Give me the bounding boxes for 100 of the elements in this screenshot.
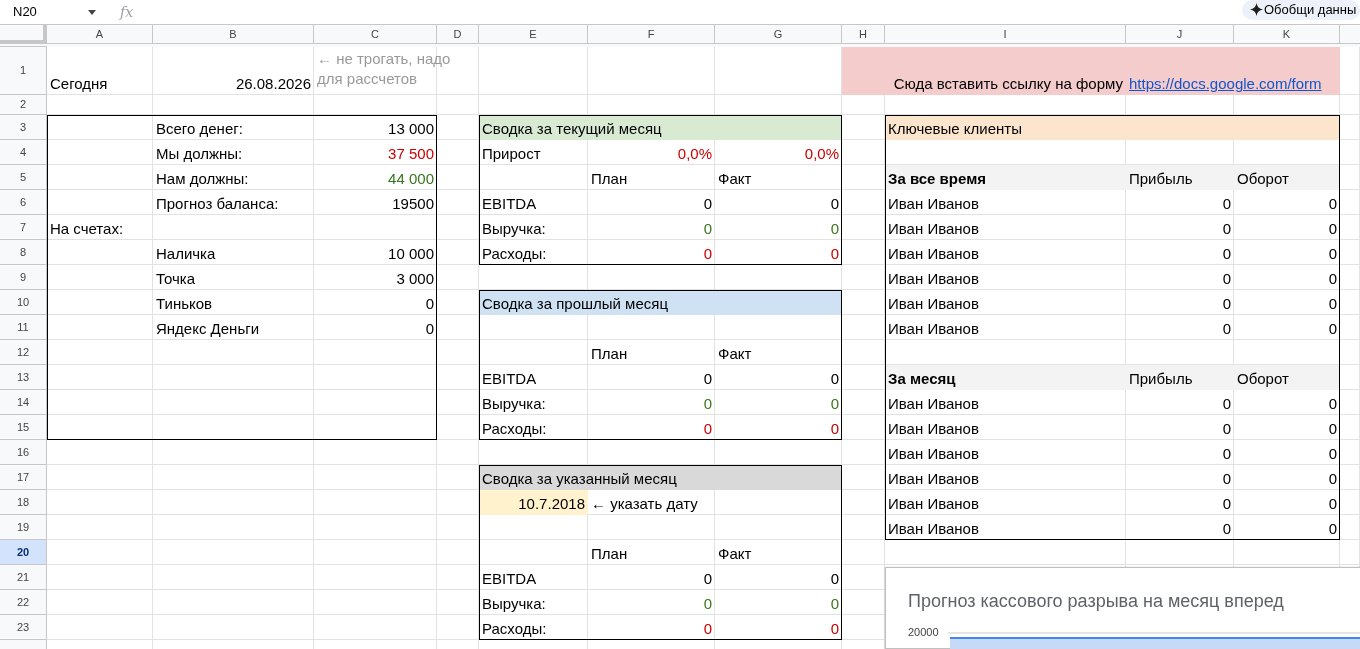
column-header[interactable]: A: [47, 25, 153, 45]
row-header[interactable]: [0, 640, 47, 649]
table-cell-text: Расходы:: [481, 419, 548, 439]
form-link[interactable]: https://docs.google.com/form: [1129, 74, 1322, 93]
summarize-button[interactable]: Обобщи данны: [1242, 0, 1360, 20]
table-cell-text: План: [590, 169, 629, 189]
table-cell-text: Факт: [717, 544, 753, 564]
table-cell-text: Иван Иванов: [887, 444, 980, 464]
row-header[interactable]: 19: [0, 515, 47, 540]
table-cell-text: Иван Иванов: [887, 494, 980, 514]
table-cell-text: 26.08.2026: [234, 74, 312, 94]
table-cell-text: 0: [1221, 219, 1232, 239]
name-box[interactable]: N20: [0, 1, 100, 23]
row-header[interactable]: 8: [0, 240, 47, 265]
table-cell: 10.7.2018: [479, 490, 588, 515]
chart-card[interactable]: Прогноз кассового разрыва на месяц вперед 20000: [885, 567, 1360, 649]
row-header[interactable]: 13: [0, 365, 47, 390]
chart-title: Прогноз кассового разрыва на месяц вперед: [908, 590, 1284, 613]
column-header[interactable]: D: [437, 25, 479, 45]
table-cell-text: 0: [1221, 244, 1232, 264]
table-cell-text: 0: [829, 594, 840, 614]
table-cell-text: Иван Иванов: [887, 469, 980, 489]
axis-label: 20000: [908, 625, 939, 640]
table-cell-text: Тиньков: [155, 294, 214, 314]
table-cell: Сюда вставить ссылку на форму: [842, 47, 1126, 95]
row-header[interactable]: 5: [0, 165, 47, 190]
row-header[interactable]: 20: [0, 540, 47, 565]
table-cell-text: Расходы:: [481, 244, 548, 264]
table-cell-text: Нам должны:: [155, 169, 250, 189]
table-cell-text: Иван Иванов: [887, 194, 980, 214]
table-cell-text: Прогноз баланса:: [155, 194, 280, 214]
row-header[interactable]: 7: [0, 215, 47, 240]
sparkle-icon: [1250, 3, 1263, 16]
table-cell-text: 0: [702, 219, 713, 239]
table-cell-text: Яндекс Деньги: [155, 319, 261, 339]
table-cell-text: 0: [1327, 294, 1338, 314]
table-cell-text: Иван Иванов: [887, 519, 980, 539]
table-cell-text: Иван Иванов: [887, 294, 980, 314]
table-cell-text: 0: [1327, 469, 1338, 489]
row-header[interactable]: 15: [0, 415, 47, 440]
table-cell-text: План: [590, 344, 629, 364]
table-cell-text: 0: [829, 394, 840, 414]
formula-label: fx: [120, 2, 134, 22]
row-header[interactable]: 9: [0, 265, 47, 290]
table-cell-text: 0: [1221, 319, 1232, 339]
table-cell-text: 0: [702, 194, 713, 214]
table-cell-text: Расходы:: [481, 619, 548, 639]
table-cell-text: 0: [829, 194, 840, 214]
column-header[interactable]: C: [314, 25, 437, 45]
row-header[interactable]: 16: [0, 440, 47, 465]
table-cell-text: 0: [829, 619, 840, 639]
table-cell: За все время: [885, 165, 1126, 190]
row-header[interactable]: 21: [0, 565, 47, 590]
table-cell: Оборот: [1234, 165, 1340, 190]
table-cell-text: 44 000: [387, 169, 435, 189]
table-cell-text: 3 000: [395, 269, 435, 289]
table-cell-text: 0: [1327, 269, 1338, 289]
table-cell-text: 0: [1327, 444, 1338, 464]
row-header[interactable]: 17: [0, 465, 47, 490]
column-header[interactable]: B: [153, 25, 314, 45]
row-header[interactable]: 3: [0, 115, 47, 140]
row-header[interactable]: 2: [0, 95, 47, 115]
table-cell-text: Точка: [155, 269, 197, 289]
column-header[interactable]: G: [715, 25, 842, 45]
column-header[interactable]: J: [1126, 25, 1234, 45]
column-header[interactable]: E: [479, 25, 588, 45]
row-header[interactable]: 6: [0, 190, 47, 215]
table-cell-text: 0: [1221, 519, 1232, 539]
table-cell-text: 0: [1221, 494, 1232, 514]
table-cell-text: 0: [702, 244, 713, 264]
table-cell-text: Факт: [717, 169, 753, 189]
table-cell-text: 10 000: [387, 244, 435, 264]
row-header[interactable]: 14: [0, 390, 47, 415]
caret-icon: [88, 9, 96, 15]
table-cell: Сводка за текущий месяц: [479, 115, 842, 140]
row-header[interactable]: 1: [0, 47, 47, 95]
column-header[interactable]: F: [588, 25, 715, 45]
row-header[interactable]: 22: [0, 590, 47, 615]
row-header[interactable]: 11: [0, 315, 47, 340]
table-cell-text: ← указать дату: [590, 494, 699, 514]
column-header[interactable]: K: [1234, 25, 1340, 45]
row-header[interactable]: 4: [0, 140, 47, 165]
row-header[interactable]: 18: [0, 490, 47, 515]
table-cell-text: 0: [1327, 219, 1338, 239]
table-cell-text: Иван Иванов: [887, 219, 980, 239]
column-header[interactable]: I: [885, 25, 1126, 45]
table-cell-text: EBITDA: [481, 369, 538, 389]
table-cell-text: 0: [424, 319, 435, 339]
row-header[interactable]: 10: [0, 290, 47, 315]
row-header[interactable]: 12: [0, 340, 47, 365]
column-header[interactable]: H: [842, 25, 885, 45]
table-cell: За месяц: [885, 365, 1126, 390]
table-cell-text: 0: [424, 294, 435, 314]
table-cell: Прибыль: [1126, 365, 1234, 390]
table-cell: Ключевые клиенты: [885, 115, 1340, 140]
table-cell-text: 0: [1327, 519, 1338, 539]
select-all-corner[interactable]: [0, 25, 47, 45]
row-header[interactable]: 23: [0, 615, 47, 640]
table-cell-text: Выручка:: [481, 394, 547, 414]
table-cell: Сводка за указанный месяц: [479, 465, 842, 490]
